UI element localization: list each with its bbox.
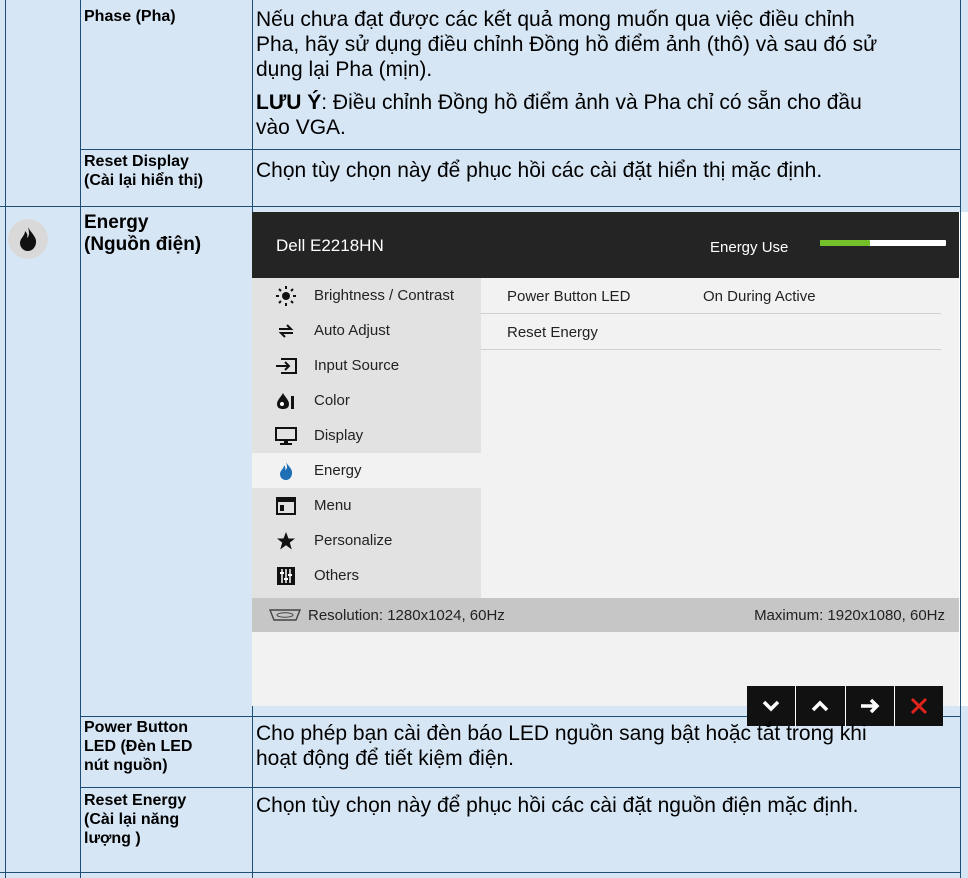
submenu-label: Power Button LED <box>507 288 631 305</box>
phase-label: Phase (Pha) <box>84 8 176 25</box>
osd-status-bar: Resolution: 1280x1024, 60Hz Maximum: 192… <box>252 598 959 632</box>
row-divider <box>80 149 960 150</box>
energy-use-label: Energy Use <box>710 239 789 256</box>
osd-main-menu: Brightness / Contrast Auto Adjust Input … <box>252 278 481 598</box>
resolution-text: Resolution: 1280x1024, 60Hz <box>308 607 505 624</box>
arrow-right-icon <box>860 698 880 714</box>
osd-footer <box>252 632 959 726</box>
power-button-led-description: Cho phép bạn cài đèn báo LED nguồn sang … <box>256 722 867 770</box>
menu-item-display[interactable]: Display <box>252 418 481 453</box>
submenu-label: Reset Energy <box>507 324 598 341</box>
osd-submenu: Power Button LED On During Active Reset … <box>481 278 959 598</box>
power-button-led-label: Power Button LED (Đèn LED nút nguồn) <box>84 719 193 774</box>
star-icon <box>274 531 298 551</box>
menu-item-energy[interactable]: Energy <box>252 453 481 488</box>
reset-display-description: Chọn tùy chọn này để phục hồi các cài đặ… <box>256 159 823 182</box>
chevron-up-icon <box>812 700 829 712</box>
submenu-value: On During Active <box>703 288 816 305</box>
menu-item-label: Display <box>314 427 364 444</box>
submenu-power-button-led[interactable]: Power Button LED On During Active <box>481 278 941 314</box>
menu-item-label: Personalize <box>314 532 393 549</box>
osd-navigation-buttons <box>747 686 943 726</box>
vga-connector-icon <box>268 608 302 627</box>
nav-up-button[interactable] <box>795 686 844 726</box>
maximum-resolution-text: Maximum: 1920x1080, 60Hz <box>754 607 945 624</box>
menu-item-label: Others <box>314 567 360 584</box>
reset-display-label: Reset Display (Cài lại hiển thị) <box>84 153 204 189</box>
row-divider <box>80 787 960 788</box>
row-divider <box>0 206 960 207</box>
energy-badge <box>8 219 48 259</box>
energy-use-meter <box>820 240 946 246</box>
menu-item-color[interactable]: Color <box>252 383 481 418</box>
close-icon <box>910 697 927 715</box>
menu-item-label: Energy <box>314 462 362 479</box>
menu-item-menu[interactable]: Menu <box>252 488 481 523</box>
menu-item-brightness-contrast[interactable]: Brightness / Contrast <box>252 278 481 313</box>
table-border-left <box>5 0 6 878</box>
menu-icon <box>274 496 298 516</box>
nav-enter-button[interactable] <box>844 686 894 726</box>
submenu-reset-energy[interactable]: Reset Energy <box>481 314 941 350</box>
energy-label: Energy (Nguồn điện) <box>84 212 202 255</box>
menu-item-personalize[interactable]: Personalize <box>252 523 481 558</box>
menu-item-label: Brightness / Contrast <box>314 287 455 304</box>
phase-description: Nếu chưa đạt được các kết quả mong muốn … <box>256 8 878 139</box>
chevron-down-icon <box>762 700 780 712</box>
table-border-right <box>960 0 961 878</box>
auto-adjust-icon <box>274 321 298 341</box>
menu-item-others[interactable]: Others <box>252 558 481 593</box>
menu-item-label: Color <box>314 392 350 409</box>
menu-item-label: Auto Adjust <box>314 322 390 339</box>
monitor-icon <box>274 426 298 446</box>
menu-item-label: Input Source <box>314 357 400 374</box>
menu-item-label: Menu <box>314 497 352 514</box>
osd-header: Dell E2218HN Energy Use <box>252 212 959 278</box>
nav-exit-button[interactable] <box>893 686 943 726</box>
menu-item-input-source[interactable]: Input Source <box>252 348 481 383</box>
table-background-left <box>0 212 252 706</box>
input-source-icon <box>274 356 298 376</box>
menu-item-auto-adjust[interactable]: Auto Adjust <box>252 313 481 348</box>
osd-menu: Dell E2218HN Energy Use Brightness / Con… <box>252 212 959 726</box>
energy-use-fill <box>820 240 871 246</box>
reset-energy-label: Reset Energy (Cài lại năng lượng ) <box>84 792 187 847</box>
nav-down-button[interactable] <box>747 686 795 726</box>
flame-icon <box>20 227 37 251</box>
row-divider <box>0 872 960 873</box>
color-icon <box>274 391 298 411</box>
sliders-icon <box>274 566 298 586</box>
sun-icon <box>274 286 298 306</box>
table-border-col1 <box>80 0 81 878</box>
model-name: Dell E2218HN <box>276 236 384 255</box>
reset-energy-description: Chọn tùy chọn này để phục hồi các cài đặ… <box>256 794 859 817</box>
flame-icon <box>274 461 298 481</box>
